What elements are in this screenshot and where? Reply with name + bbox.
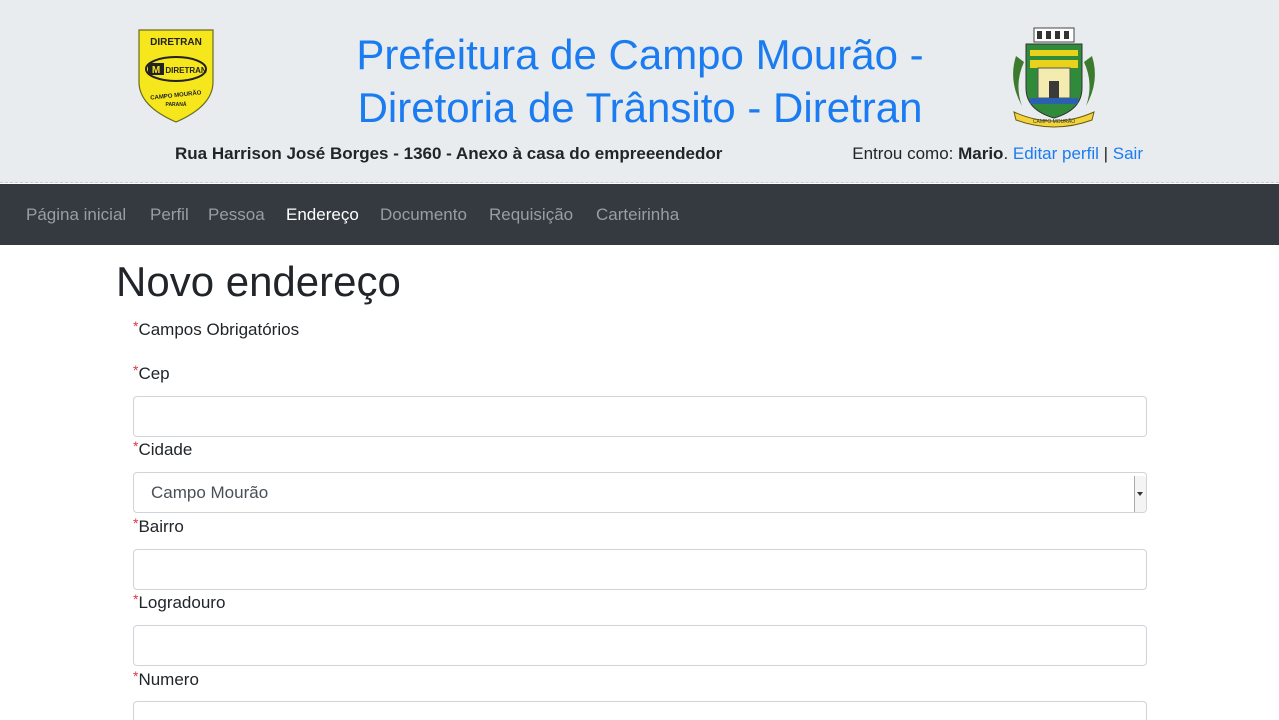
logradouro-label-text: Logradouro [138,593,226,612]
chevron-down-icon[interactable] [1134,476,1146,512]
bairro-label-text: Bairro [138,517,184,536]
link-separator: | [1103,144,1109,163]
cidade-select[interactable]: Campo Mourão [133,472,1147,513]
bairro-label: *Bairro [133,515,184,537]
svg-text:CAMPO MOURÃO: CAMPO MOURÃO [1033,118,1075,125]
edit-profile-link[interactable]: Editar perfil [1013,144,1099,163]
main-navbar: Página inicial Perfil Pessoa Endereço Do… [0,184,1279,245]
numero-input[interactable] [133,701,1147,720]
cidade-selected-value: Campo Mourão [151,482,269,502]
user-info: Entrou como: Mario. Editar perfil | Sair [852,144,1143,163]
required-mark: * [133,515,139,531]
user-name: Mario [958,144,1004,163]
nav-item-requisicao[interactable]: Requisição [489,205,573,225]
required-note-text: Campos Obrigatórios [138,320,300,339]
office-address: Rua Harrison José Borges - 1360 - Anexo … [175,144,723,163]
svg-text:M: M [152,65,160,76]
required-mark: * [133,318,139,334]
nav-item-pagina-inicial[interactable]: Página inicial [26,205,126,225]
logged-as-label: Entrou como: [852,144,959,163]
numero-label-text: Numero [138,670,199,689]
cidade-label-text: Cidade [138,440,193,459]
logradouro-label: *Logradouro [133,591,226,613]
page-title: Novo endereço [116,258,401,305]
required-fields-note: *Campos Obrigatórios [133,318,300,340]
nav-item-carteirinha[interactable]: Carteirinha [596,205,679,225]
required-mark: * [133,668,139,684]
logout-link[interactable]: Sair [1113,144,1143,163]
nav-item-pessoa[interactable]: Pessoa [208,205,265,225]
cep-label-text: Cep [138,364,170,383]
site-title: Prefeitura de Campo Mourão - Diretoria d… [356,31,924,131]
required-mark: * [133,438,139,454]
svg-text:DIRETRAN: DIRETRAN [150,37,202,48]
required-mark: * [133,591,139,607]
nav-item-perfil[interactable]: Perfil [150,205,189,225]
nav-item-documento[interactable]: Documento [380,205,467,225]
numero-label: *Numero [133,668,199,690]
bairro-input[interactable] [133,549,1147,590]
logradouro-input[interactable] [133,625,1147,666]
nav-item-endereco[interactable]: Endereço [286,205,359,225]
coat-of-arms-logo: CAMPO MOURÃO [1004,26,1104,128]
cep-input[interactable] [133,396,1147,437]
required-mark: * [133,362,139,378]
svg-text:DIRETRAN: DIRETRAN [165,66,207,75]
site-header: DIRETRAN M DIRETRAN CAMPO MOURÃO PARANÁ … [0,0,1279,183]
svg-text:PARANÁ: PARANÁ [165,101,186,108]
cidade-label: *Cidade [133,438,193,460]
diretran-logo: DIRETRAN M DIRETRAN CAMPO MOURÃO PARANÁ [133,26,219,124]
cep-label: *Cep [133,362,170,384]
